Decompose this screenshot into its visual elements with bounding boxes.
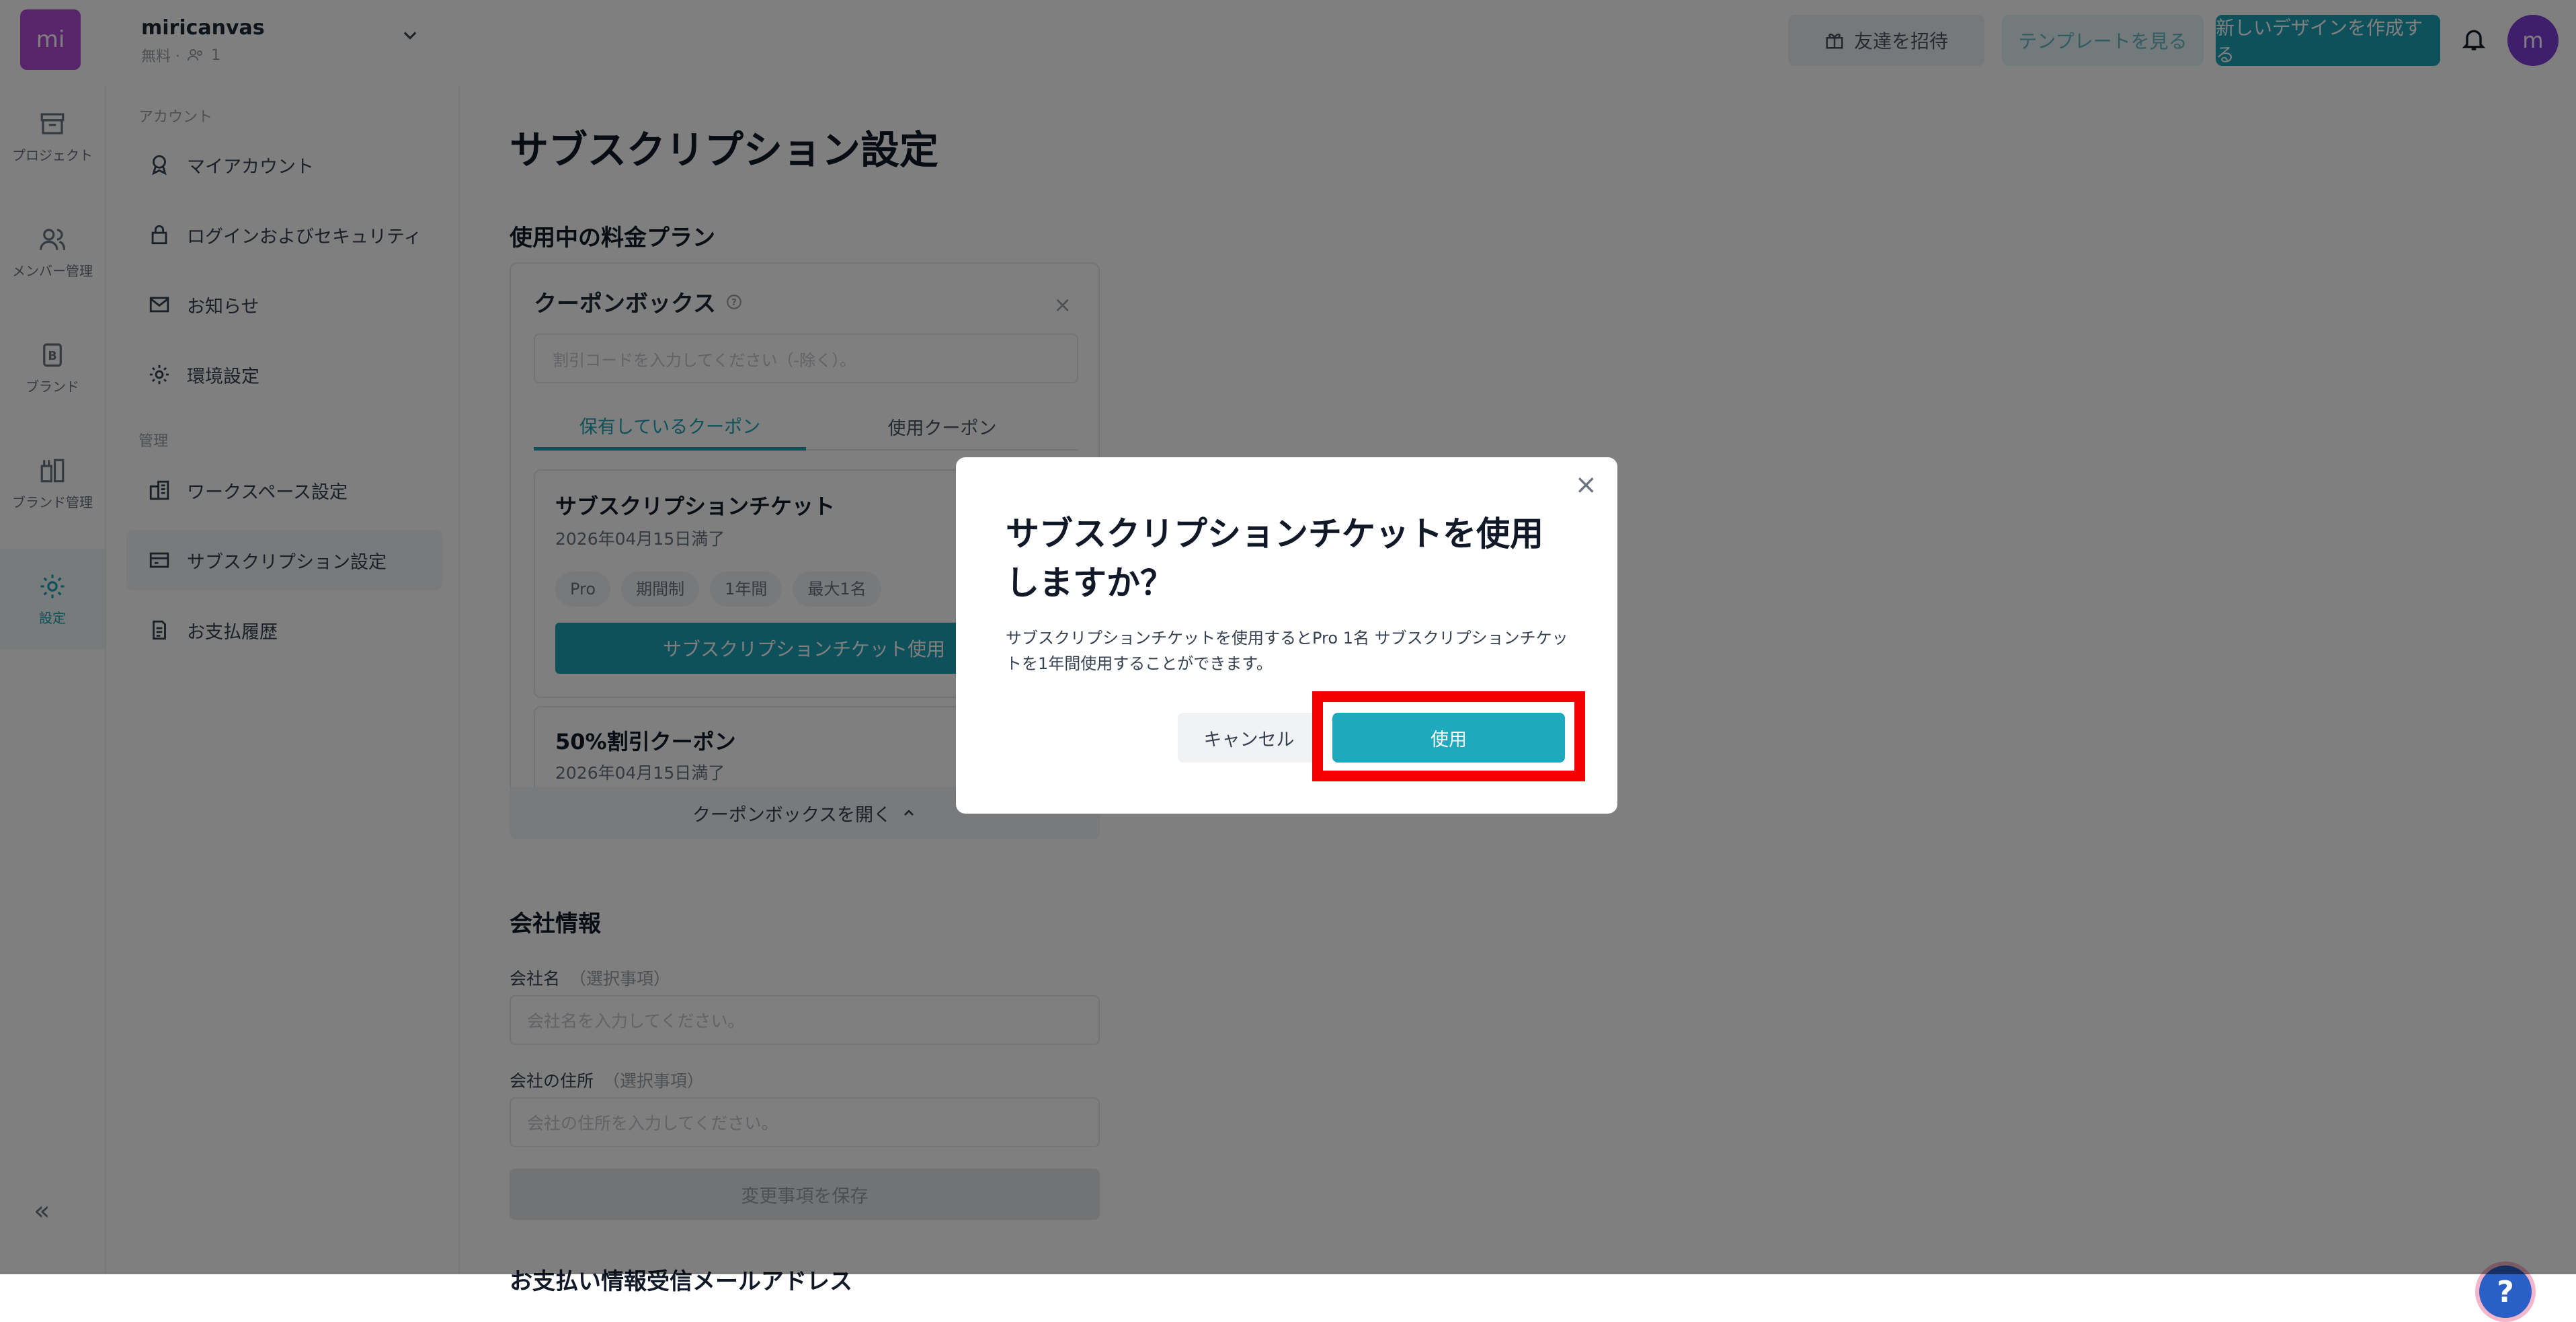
highlight-box [1312, 691, 1585, 781]
close-icon[interactable]: × [1574, 469, 1597, 500]
dialog-body: サブスクリプションチケットを使用するとPro 1名 サブスクリプションチケットを… [1006, 629, 1568, 674]
cancel-button[interactable]: キャンセル [1178, 713, 1320, 763]
confirm-dialog: × サブスクリプションチケットを使用しますか？ サブスクリプションチケットを使用… [956, 457, 1617, 814]
dialog-title: サブスクリプションチケットを使用しますか？ [1006, 514, 1543, 602]
